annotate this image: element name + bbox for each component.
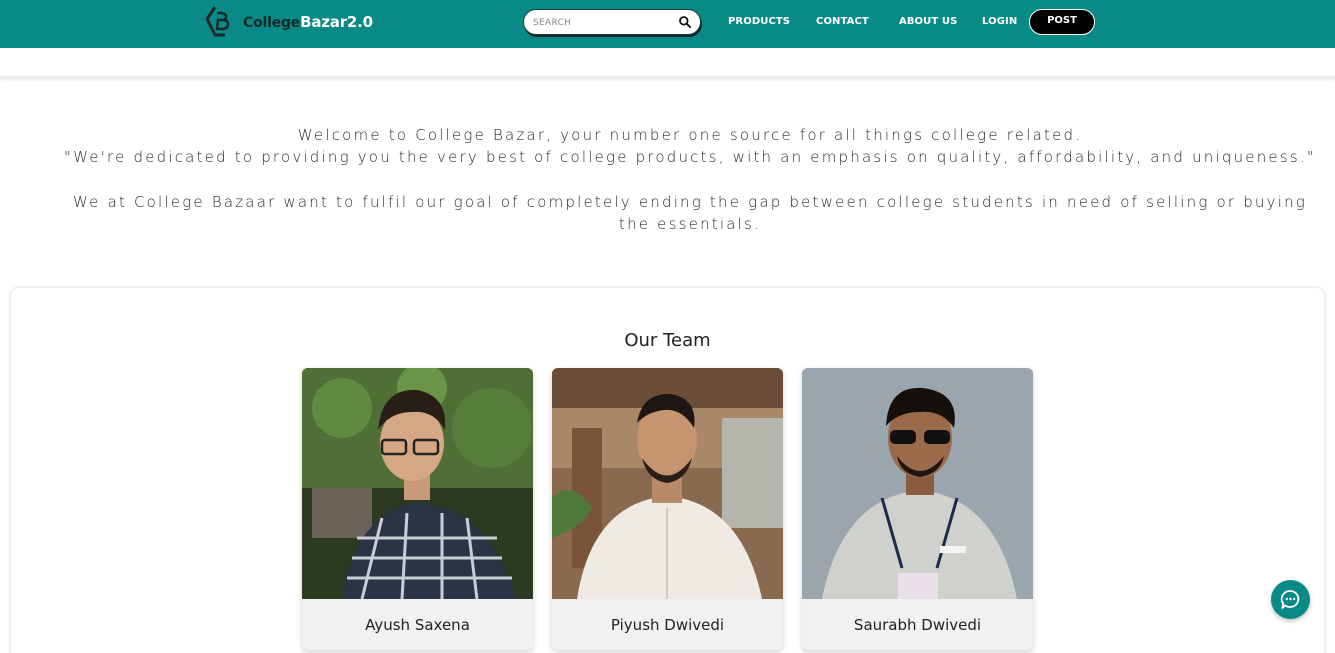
chat-bubble-icon <box>1280 590 1300 609</box>
search-icon[interactable] <box>678 15 692 29</box>
about-section: Welcome to College Bazar, your number on… <box>40 124 1335 235</box>
nav-about-us[interactable]: ABOUT US <box>899 16 957 27</box>
brand[interactable]: CollegeBazar2.0 <box>205 5 373 39</box>
chat-button[interactable] <box>1271 580 1310 619</box>
team-member-card: Ayush Saxena <box>302 368 533 650</box>
team-title: Our Team <box>624 330 711 351</box>
member-name: Saurabh Dwivedi <box>853 616 982 634</box>
member-name: Piyush Dwivedi <box>610 616 725 634</box>
post-button[interactable]: POST <box>1029 9 1095 35</box>
nav-login[interactable]: LOGIN <box>982 16 1017 27</box>
nav-contact[interactable]: CONTACT <box>816 16 869 27</box>
about-line-3: We at College Bazaar want to fulfil our … <box>73 193 1307 233</box>
section-divider <box>0 76 1335 79</box>
about-line-1: Welcome to College Bazar, your number on… <box>297 126 1083 144</box>
search-input[interactable] <box>533 14 673 31</box>
top-navbar: CollegeBazar2.0 PRODUCTS CONTACT ABOUT U… <box>0 0 1335 48</box>
brand-name-part2: Bazar2.0 <box>300 13 373 31</box>
nav-products[interactable]: PRODUCTS <box>728 16 790 27</box>
member-photo <box>302 368 533 599</box>
about-line-2: "We're dedicated to providing you the ve… <box>64 148 1316 166</box>
member-name: Ayush Saxena <box>365 616 470 634</box>
brand-name: CollegeBazar2.0 <box>243 13 373 31</box>
member-photo <box>552 368 783 599</box>
college-bazar-logo-icon <box>205 6 230 37</box>
team-member-card: Piyush Dwivedi <box>552 368 783 650</box>
team-member-card: Saurabh Dwivedi <box>802 368 1033 650</box>
search-box <box>523 9 701 35</box>
brand-name-part1: College <box>243 15 301 31</box>
member-photo <box>802 368 1033 599</box>
